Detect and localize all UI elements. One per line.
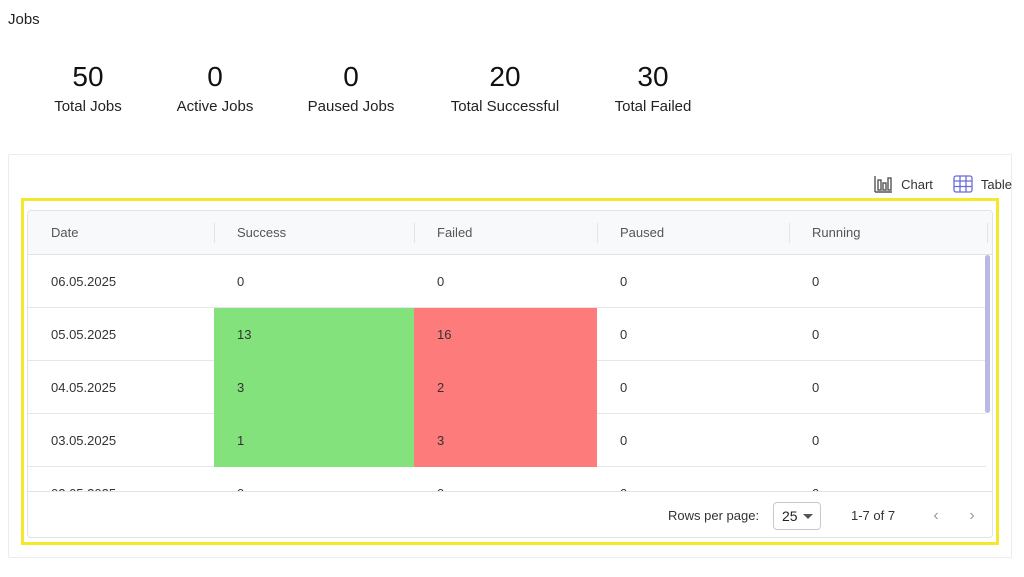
cell-success: 3 xyxy=(214,361,414,414)
stat-paused-jobs: 0 Paused Jobs xyxy=(303,60,399,115)
cell-date: 02.05.2025 xyxy=(28,467,214,491)
stat-value: 20 xyxy=(489,61,521,92)
table-row[interactable]: 03.05.2025 1 3 0 0 xyxy=(28,414,986,467)
cell-running: 0 xyxy=(812,327,820,342)
cell-running: 0 xyxy=(812,380,820,395)
caret-down-icon xyxy=(803,514,813,519)
stat-label: Total Successful xyxy=(450,98,560,115)
rows-per-page-select[interactable]: 25 xyxy=(773,502,821,530)
bar-chart-icon xyxy=(873,174,893,194)
cell-date: 03.05.2025 xyxy=(51,433,117,448)
cell-date: 05.05.2025 xyxy=(51,327,117,342)
table-row[interactable]: 02.05.2025 0 0 0 0 xyxy=(28,467,986,491)
cell-running: 0 xyxy=(789,467,987,491)
column-header-running[interactable]: Running xyxy=(789,211,987,255)
cell-running: 0 xyxy=(812,274,820,289)
cell-paused: 0 xyxy=(620,380,628,395)
column-header-paused[interactable]: Paused xyxy=(597,211,789,255)
table-row[interactable]: 04.05.2025 3 2 0 0 xyxy=(28,361,986,414)
table-view-label: Table xyxy=(980,176,1012,192)
chart-view-button[interactable]: Chart xyxy=(873,174,933,194)
jobs-table: Date Success Failed Paused Running 06.05… xyxy=(27,210,993,538)
next-page-button[interactable]: › xyxy=(960,504,984,528)
page-title: Jobs xyxy=(8,11,40,28)
stat-active-jobs: 0 Active Jobs xyxy=(170,60,260,115)
cell-failed: 2 xyxy=(414,361,597,414)
stat-value: 50 xyxy=(72,61,104,92)
stat-label: Total Jobs xyxy=(54,98,122,115)
cell-success: 0 xyxy=(214,467,414,491)
cell-date: 04.05.2025 xyxy=(51,380,117,395)
stat-value: 0 xyxy=(343,61,359,92)
cell-failed: 16 xyxy=(414,308,597,361)
stat-label: Paused Jobs xyxy=(307,98,395,115)
vertical-scrollbar[interactable] xyxy=(985,255,990,413)
cell-failed: 0 xyxy=(437,274,445,289)
stat-value: 0 xyxy=(207,61,223,92)
table-view-button[interactable]: Table xyxy=(953,175,1012,193)
table-row[interactable]: 05.05.2025 13 16 0 0 xyxy=(28,308,986,361)
cell-success: 13 xyxy=(214,308,414,361)
stat-value: 30 xyxy=(637,61,669,92)
cell-date: 06.05.2025 xyxy=(51,274,117,289)
table-header: Date Success Failed Paused Running xyxy=(28,211,992,255)
cell-paused: 0 xyxy=(620,433,628,448)
pagination-range: 1-7 of 7 xyxy=(851,508,896,523)
column-separator[interactable] xyxy=(987,223,988,243)
table-row[interactable]: 06.05.2025 0 0 0 0 xyxy=(28,255,986,308)
view-toggle: Chart Table xyxy=(873,174,1012,194)
chevron-left-icon: ‹ xyxy=(933,507,939,524)
chart-view-label: Chart xyxy=(901,176,933,192)
stat-label: Total Failed xyxy=(614,98,692,115)
cell-failed: 0 xyxy=(414,467,597,491)
cell-paused: 0 xyxy=(597,467,789,491)
stats-summary: 50 Total Jobs 0 Active Jobs 0 Paused Job… xyxy=(0,60,760,130)
stat-label: Active Jobs xyxy=(176,98,254,115)
stat-total-successful: 20 Total Successful xyxy=(444,60,566,115)
column-header-failed[interactable]: Failed xyxy=(414,211,597,255)
rows-per-page-value: 25 xyxy=(782,508,798,524)
column-header-date[interactable]: Date xyxy=(28,211,214,255)
table-icon xyxy=(953,175,973,193)
cell-paused: 0 xyxy=(620,274,628,289)
cell-success: 0 xyxy=(237,274,245,289)
chevron-right-icon: › xyxy=(969,507,975,524)
cell-running: 0 xyxy=(812,433,820,448)
rows-per-page-label: Rows per page: xyxy=(668,508,760,523)
cell-paused: 0 xyxy=(620,327,628,342)
table-footer: Rows per page: 25 1-7 of 7 ‹ › xyxy=(28,491,992,537)
table-body: 06.05.2025 0 0 0 0 05.05.2025 13 16 0 0 … xyxy=(28,255,992,491)
cell-failed: 3 xyxy=(414,414,597,467)
previous-page-button[interactable]: ‹ xyxy=(924,504,948,528)
cell-success: 1 xyxy=(214,414,414,467)
stat-total-failed: 30 Total Failed xyxy=(610,60,696,115)
column-header-success[interactable]: Success xyxy=(214,211,414,255)
stat-total-jobs: 50 Total Jobs xyxy=(50,60,126,115)
